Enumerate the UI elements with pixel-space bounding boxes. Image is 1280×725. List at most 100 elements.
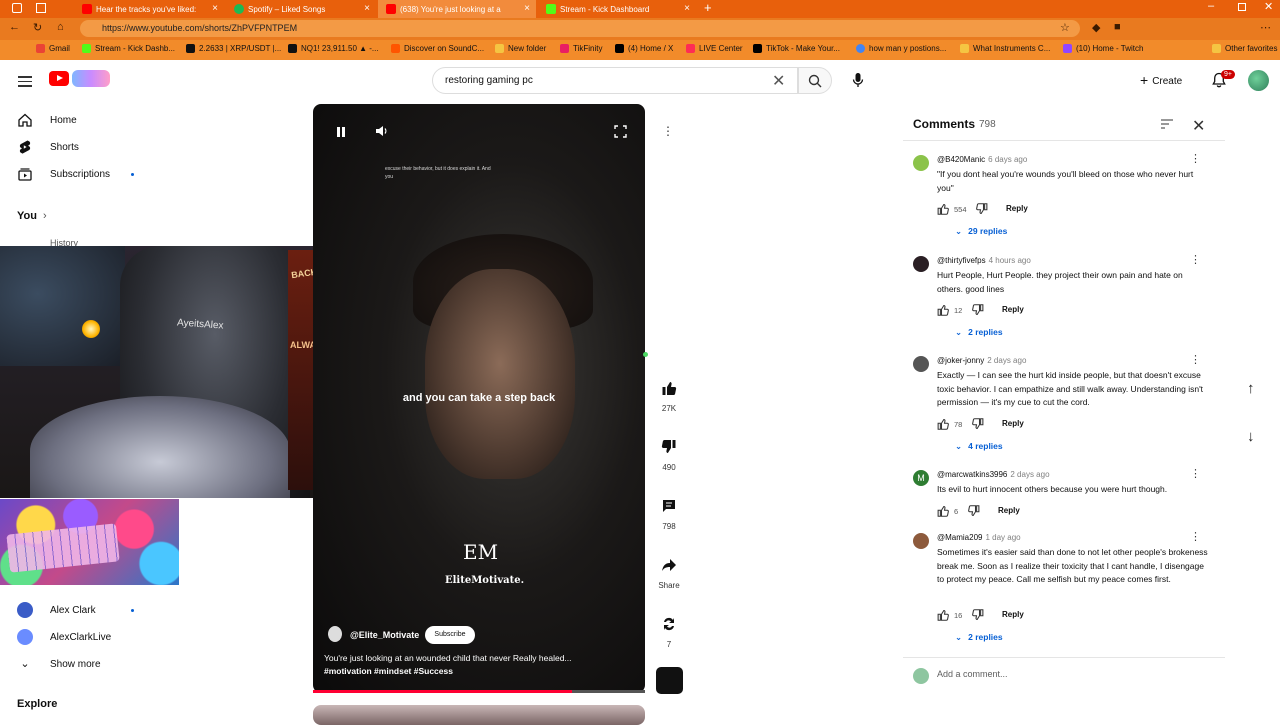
browser-tabs-icon[interactable] (36, 3, 46, 13)
share-button[interactable]: Share (650, 557, 688, 590)
view-replies-button[interactable]: ⌄ 2 replies (955, 327, 1003, 338)
sidebar-you[interactable]: You › (17, 210, 47, 222)
comment-options-icon[interactable]: ⋮ (1190, 530, 1201, 543)
bookmark-twitch[interactable]: (10) Home - Twitch (1063, 44, 1143, 53)
video-hashtags[interactable]: #motivation #mindset #Success (324, 666, 624, 676)
reply-button[interactable]: Reply (1002, 610, 1024, 619)
youtube-doodle-logo[interactable] (72, 70, 110, 87)
reply-button[interactable]: Reply (998, 506, 1020, 515)
more-options-icon[interactable]: ⋮ (662, 124, 674, 138)
bookmark-live-center[interactable]: LIVE Center (686, 44, 743, 53)
extension-icon[interactable]: ■ (1114, 21, 1121, 33)
microphone-icon[interactable] (852, 72, 864, 88)
channel-name[interactable]: @Elite_Motivate (350, 630, 419, 640)
reply-button[interactable]: Reply (1002, 305, 1024, 314)
close-tab-icon[interactable]: × (684, 3, 690, 14)
comment-username[interactable]: @Mamia209 1 day ago (937, 533, 1021, 542)
comments-button[interactable]: 798 (650, 498, 688, 531)
comment-options-icon[interactable]: ⋮ (1190, 253, 1201, 266)
next-short-arrow-icon[interactable]: ↓ (1247, 428, 1255, 445)
comment-username[interactable]: @B420Manic 6 days ago (937, 155, 1027, 164)
comment-like-button[interactable]: 78 (937, 418, 962, 430)
remix-button[interactable]: 7 (650, 616, 688, 649)
comment-like-button[interactable]: 12 (937, 304, 962, 316)
comment-like-button[interactable]: 554 (937, 203, 967, 215)
home-icon[interactable]: ⌂ (57, 21, 64, 33)
sort-icon[interactable] (1160, 118, 1174, 130)
sidebar-sub-alexclarklive[interactable]: AlexClarkLive (17, 629, 111, 645)
comment-avatar[interactable] (913, 155, 929, 171)
comment-avatar[interactable] (913, 533, 929, 549)
maximize-icon[interactable] (1238, 3, 1246, 11)
tab-spotify[interactable]: Spotify – Liked Songs × (226, 0, 376, 18)
youtube-logo[interactable] (49, 71, 69, 86)
thumbs-down-icon[interactable] (972, 418, 984, 430)
fullscreen-icon[interactable] (614, 125, 627, 138)
sidebar-show-more[interactable]: ⌄ Show more (17, 656, 100, 672)
settings-icon[interactable]: ⋯ (1260, 21, 1271, 34)
view-replies-button[interactable]: ⌄ 4 replies (955, 441, 1003, 452)
comment-options-icon[interactable]: ⋮ (1190, 353, 1201, 366)
thumbs-down-icon[interactable] (976, 203, 988, 215)
search-button[interactable] (798, 67, 832, 94)
add-comment-input[interactable]: Add a comment... (937, 669, 1008, 679)
bookmark-xrp[interactable]: 2.2633 | XRP/USDT |... (186, 44, 281, 53)
new-tab-icon[interactable]: + (704, 0, 712, 15)
bookmark-google-search[interactable]: how man y postions... (856, 44, 946, 53)
video-progress-bar[interactable] (313, 690, 645, 693)
bookmark-tiktok[interactable]: TikTok - Make Your... (753, 44, 840, 53)
comment-username[interactable]: @marcwatkins3996 2 days ago (937, 470, 1050, 479)
bookmark-other-favorites[interactable]: Other favorites (1212, 44, 1277, 53)
bookmark-kick[interactable]: Stream - Kick Dashb... (82, 44, 175, 53)
sound-channel-thumbnail[interactable] (656, 667, 683, 694)
pause-icon[interactable] (335, 126, 347, 138)
video-title[interactable]: You're just looking at an wounded child … (324, 653, 624, 663)
account-avatar[interactable] (1248, 70, 1269, 91)
subscribe-button[interactable]: Subscribe (425, 626, 475, 644)
sidebar-sub-alex-clark[interactable]: Alex Clark (17, 602, 96, 618)
comment-options-icon[interactable]: ⋮ (1190, 467, 1201, 480)
create-button[interactable]: + Create (1140, 72, 1182, 88)
comment-username[interactable]: @joker-jonny 2 days ago (937, 356, 1026, 365)
view-replies-button[interactable]: ⌄ 2 replies (955, 632, 1003, 643)
extension-icon[interactable]: ◆ (1092, 21, 1100, 34)
tab-youtube-short[interactable]: (638) You're just looking at a × (378, 0, 536, 18)
close-tab-icon[interactable]: × (364, 3, 370, 14)
thumbs-down-icon[interactable] (968, 505, 980, 517)
comment-avatar[interactable] (913, 256, 929, 272)
close-tab-icon[interactable]: × (212, 3, 218, 14)
minimize-icon[interactable]: – (1208, 0, 1214, 12)
next-short-preview[interactable] (313, 705, 645, 725)
thumbs-down-icon[interactable] (972, 609, 984, 621)
comment-username[interactable]: @thirtyfivefps 4 hours ago (937, 256, 1031, 265)
like-button[interactable]: 27K (650, 380, 688, 413)
back-icon[interactable]: ← (9, 21, 20, 33)
previous-short-arrow-icon[interactable]: ↑ (1247, 380, 1255, 397)
sidebar-item-home[interactable]: Home (17, 112, 77, 128)
comment-avatar[interactable] (913, 356, 929, 372)
bookmark-new-folder[interactable]: New folder (495, 44, 546, 53)
reload-icon[interactable]: ↻ (33, 21, 42, 34)
tab-kick-dashboard[interactable]: Stream - Kick Dashboard × (538, 0, 696, 18)
volume-icon[interactable] (375, 125, 389, 137)
reply-button[interactable]: Reply (1002, 419, 1024, 428)
comment-avatar[interactable]: M (913, 470, 929, 486)
bookmark-x-home[interactable]: (4) Home / X (615, 44, 673, 53)
bookmark-soundcloud[interactable]: Discover on SoundC... (391, 44, 484, 53)
url-field[interactable]: https://www.youtube.com/shorts/ZhPVFPNTP… (80, 20, 1080, 37)
view-replies-button[interactable]: ⌄ 29 replies (955, 226, 1007, 237)
thumbs-down-icon[interactable] (972, 304, 984, 316)
dislike-button[interactable]: 490 (650, 439, 688, 472)
close-window-icon[interactable]: ✕ (1264, 0, 1273, 13)
comment-like-button[interactable]: 6 (937, 505, 958, 517)
sidebar-item-shorts[interactable]: Shorts (17, 139, 79, 155)
comment-options-icon[interactable]: ⋮ (1190, 152, 1201, 165)
sidebar-item-subscriptions[interactable]: Subscriptions (17, 166, 110, 182)
comment-like-button[interactable]: 16 (937, 609, 962, 621)
favorite-star-icon[interactable]: ☆ (1060, 21, 1070, 34)
bookmark-nq[interactable]: NQ1! 23,911.50 ▲ -... (288, 44, 379, 53)
hamburger-menu-icon[interactable] (18, 73, 32, 90)
search-input[interactable]: restoring gaming pc (432, 67, 798, 94)
bookmark-instruments[interactable]: What Instruments C... (960, 44, 1050, 53)
close-comments-icon[interactable]: ✕ (1192, 116, 1205, 136)
